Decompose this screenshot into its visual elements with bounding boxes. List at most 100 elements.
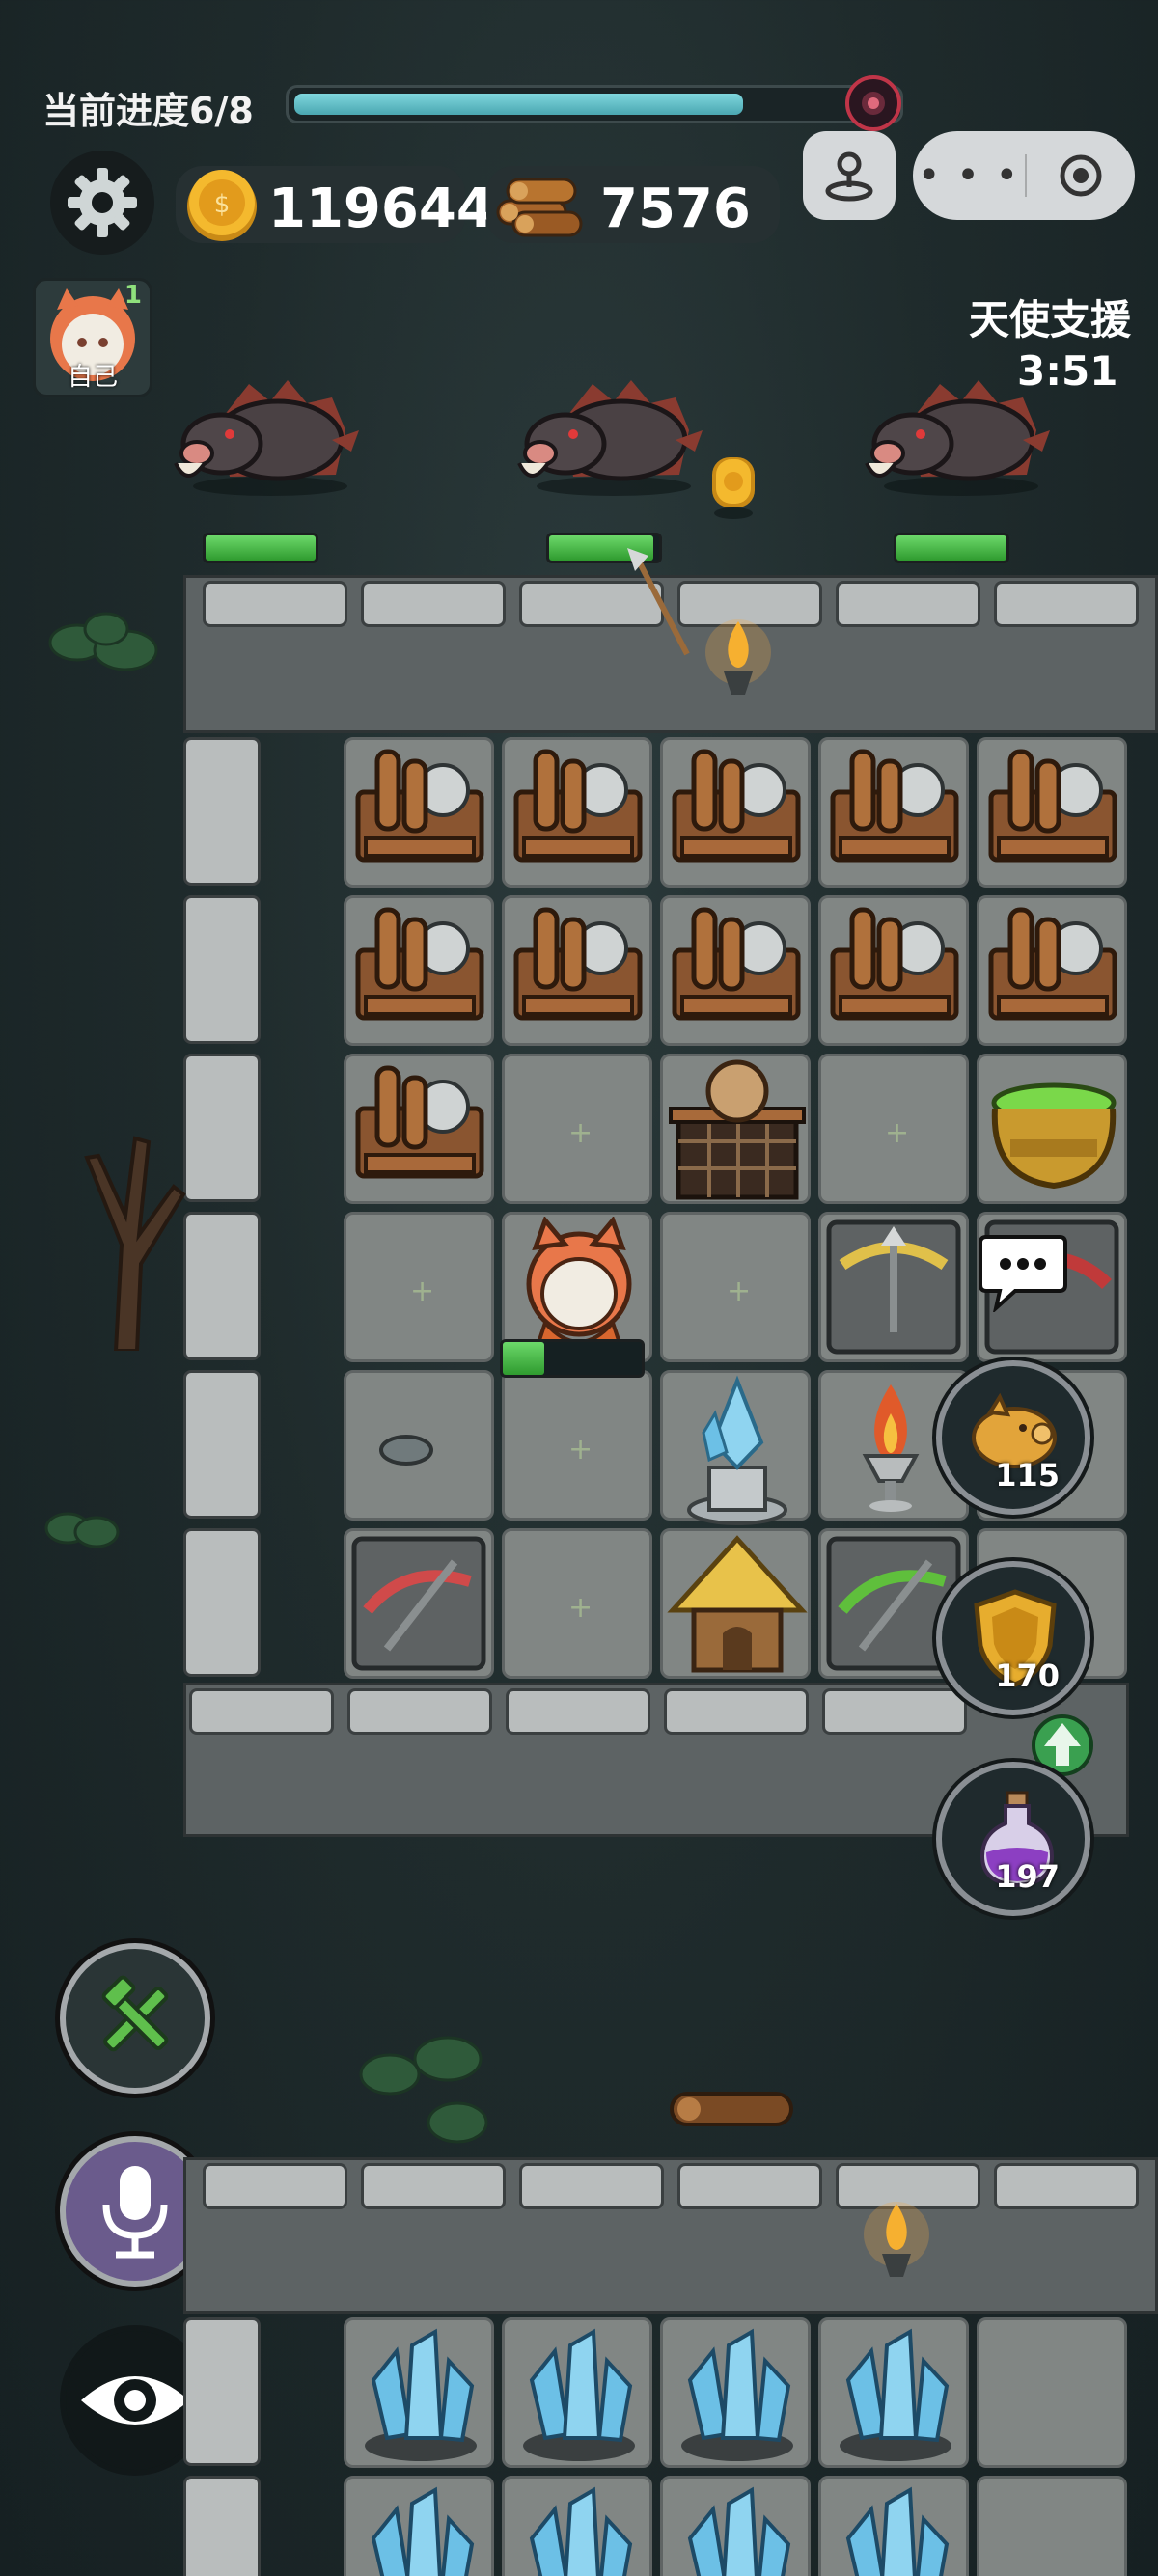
more-button[interactable]: • • • [913, 153, 1025, 198]
coin-icon: $ [187, 170, 257, 241]
boar-icon [517, 380, 703, 496]
wave-progress-fill [294, 94, 743, 115]
empty-slot-plus-icon: + [410, 1274, 435, 1308]
wall-stone [347, 1688, 492, 1735]
shield-count: 170 [995, 1658, 1060, 1694]
saw-icon [348, 1058, 489, 1197]
grid-tile[interactable] [502, 2476, 652, 2576]
boar-icon [865, 380, 1050, 496]
grid-tile[interactable]: + [818, 1054, 969, 1204]
wall-stone [519, 2163, 664, 2209]
saw-icon [981, 742, 1122, 881]
wall-stone [822, 1688, 967, 1735]
grid-tile[interactable]: + [660, 1212, 811, 1362]
log-icon [670, 2092, 793, 2126]
wall-stone [183, 2317, 261, 2466]
grid-tile[interactable] [660, 1528, 811, 1679]
bush-icon [48, 612, 158, 671]
wall-stone [203, 2163, 347, 2209]
chat-icon[interactable] [977, 1231, 1069, 1316]
grid-tile[interactable] [660, 1370, 811, 1525]
grid-tile[interactable] [977, 2317, 1127, 2468]
potion-count: 197 [995, 1858, 1060, 1895]
ore-crystal-icon [507, 2480, 651, 2576]
grid-tile[interactable] [660, 1054, 811, 1204]
wall-torch-icon [704, 614, 772, 724]
grid-tile[interactable] [818, 2317, 969, 2468]
grid-tile[interactable]: + [344, 1212, 494, 1362]
settings-button[interactable] [50, 151, 154, 255]
enemy-boar[interactable] [506, 363, 708, 498]
grid-tile[interactable] [977, 737, 1127, 888]
grid-tile[interactable] [977, 1054, 1127, 1204]
arrow-projectile-icon [623, 548, 701, 668]
player-avatar-card[interactable]: 1 自己 [33, 278, 152, 397]
grid-tile[interactable] [344, 2317, 494, 2468]
wall-torch-icon [863, 2196, 930, 2306]
ore-crystal-icon [348, 2480, 493, 2576]
close-miniprogram-button[interactable] [1027, 151, 1135, 200]
ore-crystal-icon [665, 2322, 810, 2471]
more-icon: • • • [917, 153, 1021, 198]
saw-icon [823, 900, 964, 1039]
grid-tile[interactable] [977, 895, 1127, 1046]
svg-text:$: $ [214, 190, 231, 219]
wood-value: 7576 [600, 178, 751, 240]
wall-stone [664, 1688, 809, 1735]
grid-tile[interactable] [818, 2476, 969, 2576]
shield-button[interactable]: 170 [936, 1561, 1090, 1715]
wall-stone [183, 895, 261, 1044]
empty-slot-plus-icon: + [727, 1274, 752, 1308]
grid-tile[interactable]: + [502, 1528, 652, 1679]
grid-tile[interactable] [660, 737, 811, 888]
ore-crystal-icon [823, 2480, 968, 2576]
grid-tile[interactable]: + [502, 1370, 652, 1521]
grid-tile[interactable]: + [502, 1054, 652, 1204]
shop-icon [665, 1058, 810, 1207]
enemy-hp-fill [206, 535, 316, 561]
enemy-boar[interactable] [853, 363, 1056, 498]
saw-icon [665, 900, 806, 1039]
piggy-bank-button[interactable]: 115 [936, 1360, 1090, 1515]
grid-tile[interactable] [660, 2317, 811, 2468]
wall-stone [361, 2163, 506, 2209]
joystick-button[interactable] [803, 131, 896, 220]
grid-tile[interactable] [818, 895, 969, 1046]
saw-icon [665, 742, 806, 881]
ore-crystal-icon [823, 2322, 968, 2471]
grid-tile[interactable] [977, 2476, 1127, 2576]
coin-value: 119644 [268, 178, 494, 240]
wall-stone [183, 1370, 261, 1519]
dead-tree-icon [84, 1136, 186, 1351]
ore-crystal-icon [507, 2322, 651, 2471]
rock-icon [348, 1375, 493, 1523]
grid-tile[interactable] [502, 737, 652, 888]
gear-icon [68, 168, 137, 237]
grid-tile[interactable] [344, 1370, 494, 1521]
saw-icon [348, 900, 489, 1039]
bush-icon [359, 2036, 488, 2144]
saw-icon [823, 742, 964, 881]
build-tools-button[interactable] [60, 1943, 210, 2094]
grid-tile[interactable] [502, 895, 652, 1046]
dropped-coin-icon[interactable] [706, 453, 760, 521]
crossbow-icon [823, 1217, 964, 1361]
boss-wave-marker-icon [845, 75, 901, 131]
grid-tile[interactable] [660, 2476, 811, 2576]
grid-tile[interactable] [502, 2317, 652, 2468]
grid-tile[interactable] [818, 1212, 969, 1362]
crossbow-red-icon [348, 1533, 489, 1678]
cauldron-icon [981, 1058, 1126, 1207]
grid-tile[interactable] [344, 1528, 494, 1679]
grid-tile[interactable] [344, 2476, 494, 2576]
grid-tile[interactable] [818, 737, 969, 888]
grid-tile[interactable] [660, 895, 811, 1046]
enemy-boar[interactable] [162, 363, 365, 498]
wave-progress-bar [286, 85, 903, 123]
grid-tile[interactable] [344, 895, 494, 1046]
eye-icon [81, 2376, 189, 2425]
grid-tile[interactable] [344, 1054, 494, 1204]
wall-stone [203, 581, 347, 627]
potion-button[interactable]: 197 [936, 1762, 1090, 1916]
grid-tile[interactable] [344, 737, 494, 888]
